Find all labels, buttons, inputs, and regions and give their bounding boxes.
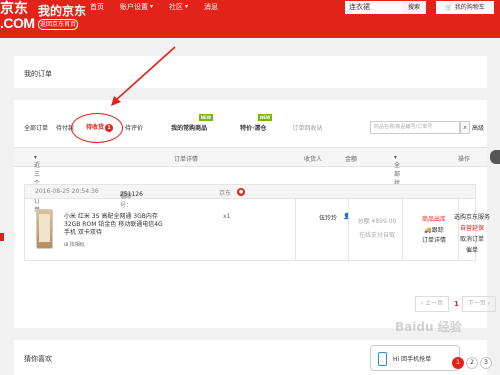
recommend-page-1[interactable]: 1 — [452, 357, 464, 369]
receiver-name[interactable]: 伍玲玲 — [319, 213, 337, 222]
pagination: ‹ 上一页 1 下一页 › — [14, 296, 496, 312]
cart-button[interactable]: 🛒 我的购物车 — [436, 1, 494, 14]
product-name-link[interactable]: 小米 红米 3S 高配全网通 3GB内存 32GB ROM 铂金色 移动联通电信… — [64, 213, 164, 237]
jd-logo-com: .COM — [0, 15, 35, 31]
order-table-header: 近三个月订单 ▾ 订单详情 收货人 金额 全部状态 ▾ 操作 — [14, 147, 487, 214]
prev-page-button[interactable]: ‹ 上一页 — [415, 296, 449, 312]
search-input[interactable]: 连衣裙 — [345, 1, 402, 14]
extended-warranty-link[interactable]: 自营延保 — [437, 223, 500, 232]
new-badge: NEW — [257, 113, 273, 121]
person-icon: 👤 — [343, 213, 351, 220]
recommend-title: 猜你喜欢 — [24, 355, 52, 363]
quantity: x1 — [223, 213, 231, 220]
tab-all-orders[interactable]: 全部订单 — [24, 123, 48, 132]
next-page-button[interactable]: 下一页 › — [462, 296, 496, 312]
tab-frequent-items[interactable]: 我的常购商品 NEW — [171, 113, 214, 132]
current-page[interactable]: 1 — [454, 296, 459, 312]
tab-clearance[interactable]: 特价·清仓 NEW — [240, 113, 273, 132]
col-amount: 金额 — [345, 156, 358, 163]
status-select[interactable]: 全部状态 ▾ — [394, 154, 400, 196]
truck-icon: 🚚 — [424, 227, 432, 234]
top-nav: 首页 账户设置 ▾ 社区 ▾ 消息 — [90, 0, 234, 14]
chevron-down-icon: ▾ — [150, 3, 154, 10]
mobile-order-button[interactable]: Hi 回手机抢单 — [370, 345, 460, 371]
find-similar-link[interactable]: ⊞ 找相似 — [64, 241, 85, 248]
nav-home[interactable]: 首页 — [90, 0, 104, 14]
product-image[interactable] — [36, 209, 53, 249]
range-select[interactable]: 近三个月订单 ▾ — [34, 154, 40, 214]
nav-community[interactable]: 社区 ▾ — [169, 0, 188, 14]
chevron-down-icon: ▾ — [185, 3, 189, 10]
search-button[interactable]: 搜索 — [402, 1, 426, 14]
recommend-page-2[interactable]: 2 — [466, 357, 478, 369]
search-icon[interactable]: ⌕ — [460, 121, 470, 134]
order-search-input[interactable]: 商品名称/商品编号/订单号 — [370, 121, 460, 134]
recommend-pager: 1 2 3 — [452, 357, 494, 369]
top-bar: 京东 .COM 我的京东 返回京东首页 首页 账户设置 ▾ 社区 ▾ 消息 连衣裙 … — [0, 0, 500, 38]
order-date: 2016-08-25 20:54:36 — [35, 188, 99, 195]
side-avatar[interactable] — [490, 150, 500, 164]
order-panel: 全部订单 待付款 待收货 1 待评价 我的常购商品 NEW 特价·清仓 NEW 订单回… — [14, 100, 496, 328]
order-header: 2016-08-25 20:54:36 订单号：201126 25 京东 ● — [24, 184, 476, 209]
urge-order-link[interactable]: 催单 — [437, 245, 500, 254]
nav-account-settings[interactable]: 账户设置 ▾ — [120, 0, 153, 14]
col-receiver: 收货人 — [304, 156, 323, 163]
col-detail: 订单详情 — [174, 156, 199, 163]
my-jd-title[interactable]: 我的京东 — [38, 2, 86, 19]
tab-pending-review[interactable]: 待评价 — [125, 123, 143, 132]
new-badge: NEW — [198, 113, 214, 121]
watermark: Baidu 经验 — [395, 320, 462, 334]
shop-name[interactable]: 京东 — [219, 188, 231, 197]
order-tabs: 全部订单 待付款 待收货 1 待评价 我的常购商品 NEW 特价·清仓 NEW 订单回… — [24, 113, 322, 132]
highlight-circle — [71, 113, 123, 143]
page-title: 我的订单 — [24, 70, 52, 78]
order-row: 小米 红米 3S 高配全网通 3GB内存 32GB ROM 铂金色 移动联通电信… — [24, 199, 490, 261]
tab-recycle-bin[interactable]: 订单回收站 — [292, 123, 322, 132]
chat-icon[interactable]: ● — [237, 188, 245, 196]
cart-icon: 🛒 — [445, 4, 453, 11]
side-tag[interactable] — [0, 233, 4, 241]
jd-logo[interactable]: 京东 — [0, 0, 28, 16]
advanced-search-link[interactable]: 高级 — [472, 123, 484, 132]
col-action: 操作 — [458, 156, 471, 163]
pay-method: 在线支付自取 — [358, 232, 395, 239]
order-amount: 总额 ¥899.00 — [357, 218, 397, 225]
back-home-link[interactable]: 返回京东首页 — [38, 19, 78, 30]
order-panel-header: 我的订单 — [14, 56, 487, 88]
recommend-page-3[interactable]: 3 — [480, 357, 492, 369]
nav-messages[interactable]: 消息 — [204, 0, 218, 14]
cancel-order-link[interactable]: 取消订单 — [437, 234, 500, 243]
phone-icon — [378, 352, 387, 366]
jd-service-link[interactable]: 选购京东服务 — [437, 212, 500, 221]
